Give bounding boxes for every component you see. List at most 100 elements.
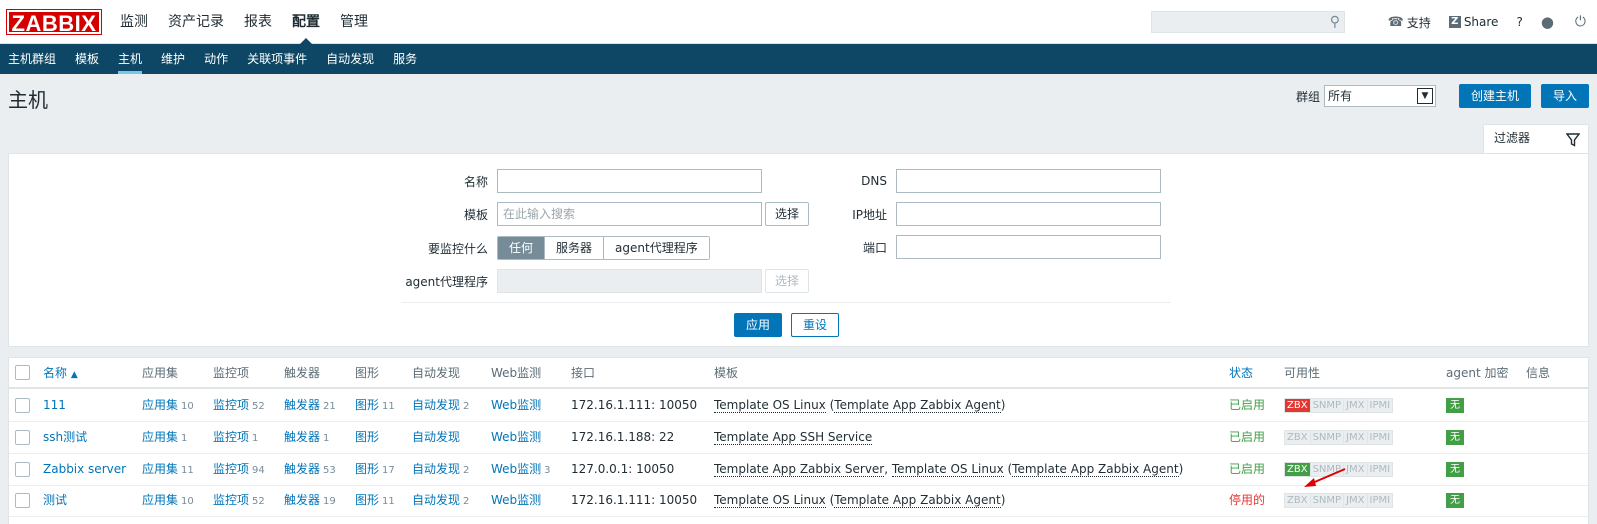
select-all-checkbox[interactable] (15, 365, 30, 380)
discovery-link[interactable]: 自动发现 (412, 462, 460, 476)
reset-button[interactable]: 重设 (791, 313, 840, 337)
discovery-link[interactable]: 自动发现 (412, 430, 460, 444)
triggers-link[interactable]: 触发器 (284, 493, 320, 507)
template-link[interactable]: Template App Zabbix Agent (834, 398, 1001, 413)
sign-out-button[interactable]: ⏻ (1575, 14, 1589, 30)
col-status[interactable]: 状态 (1229, 358, 1253, 388)
monitor-any-option[interactable]: 任何 (498, 237, 545, 259)
web-cell: Web监测 (491, 485, 541, 516)
host-name-link[interactable]: ssh测试 (43, 430, 87, 444)
filter-ip-label: IP地址 (852, 207, 887, 222)
monitor-proxy-option[interactable]: agent代理程序 (603, 237, 709, 259)
template-link[interactable]: Template App Zabbix Agent (834, 493, 1001, 508)
web-link[interactable]: Web监测 (491, 493, 541, 507)
discovery-link[interactable]: 自动发现 (412, 493, 460, 507)
row-checkbox[interactable] (15, 462, 30, 477)
graphs-count: 11 (382, 401, 395, 412)
graphs-link[interactable]: 图形 (355, 398, 379, 412)
template-link[interactable]: Template App Zabbix Agent (1012, 462, 1179, 477)
filter-dns-label: DNS (861, 174, 887, 188)
create-host-button[interactable]: 创建主机 (1458, 84, 1531, 108)
applications-link[interactable]: 应用集 (142, 398, 178, 412)
table-row: ssh测试 应用集 1 监控项 1 触发器 1 图形 自动发现 Web监测 172.16.1.188… (9, 422, 1588, 454)
host-name-link[interactable]: 111 (43, 398, 66, 412)
row-checkbox[interactable] (15, 493, 30, 508)
search-input[interactable]: ⚲ (1151, 11, 1345, 33)
graphs-link[interactable]: 图形 (355, 462, 379, 476)
applications-link[interactable]: 应用集 (142, 430, 178, 444)
row-checkbox[interactable] (15, 430, 30, 445)
submenu-actions[interactable]: 动作 (196, 44, 236, 74)
submenu-host-groups[interactable]: 主机群组 (0, 44, 64, 74)
items-cell: 监控项 1 (213, 422, 258, 454)
submenu-event-correlation[interactable]: 关联项事件 (239, 44, 315, 74)
availability-ipmi-badge: IPMI (1366, 463, 1393, 476)
port-field[interactable] (896, 235, 1161, 259)
items-link[interactable]: 监控项 (213, 430, 249, 444)
monitor-server-option[interactable]: 服务器 (544, 237, 604, 259)
status-toggle[interactable]: 已启用 (1229, 422, 1265, 453)
graphs-link[interactable]: 图形 (355, 493, 379, 507)
template-link[interactable]: Template OS Linux (714, 398, 826, 413)
dns-field[interactable] (896, 169, 1161, 193)
user-profile-button[interactable]: ● (1541, 13, 1557, 31)
template-link[interactable]: Template App SSH Service (714, 430, 873, 445)
graphs-link[interactable]: 图形 (355, 430, 379, 444)
submenu-maintenance[interactable]: 维护 (153, 44, 193, 74)
template-separator: ( (825, 398, 835, 412)
applications-link[interactable]: 应用集 (142, 493, 178, 507)
sub-menu: 主机群组 模板 主机 维护 动作 关联项事件 自动发现 服务 (0, 44, 1597, 74)
triggers-link[interactable]: 触发器 (284, 430, 320, 444)
filter-proxy-row: agent代理程序 选择 (397, 269, 810, 293)
filter-name-label: 名称 (463, 174, 488, 189)
support-link[interactable]: ☎ 支持 (1388, 14, 1431, 31)
encryption-badge: 无 (1446, 430, 1464, 445)
submenu-templates[interactable]: 模板 (67, 44, 107, 74)
menu-item-reports[interactable]: 报表 (236, 0, 280, 44)
status-toggle[interactable]: 已启用 (1229, 454, 1265, 485)
template-search-field[interactable]: 在此输入搜索 (497, 202, 762, 226)
status-toggle[interactable]: 已启用 (1229, 390, 1265, 421)
help-icon: ? (1516, 15, 1523, 29)
submenu-discovery[interactable]: 自动发现 (318, 44, 382, 74)
host-name-link[interactable]: 测试 (43, 493, 67, 507)
group-select[interactable]: 所有 ▼ (1323, 85, 1436, 107)
row-checkbox[interactable] (15, 398, 30, 413)
template-link[interactable]: Template OS Linux (891, 462, 1004, 477)
col-name[interactable]: 名称 ▲ (43, 358, 78, 390)
import-button[interactable]: 导入 (1540, 84, 1589, 108)
filter-tab[interactable]: 过滤器 (1483, 124, 1589, 154)
menu-item-monitoring[interactable]: 监测 (112, 0, 156, 44)
apply-button[interactable]: 应用 (734, 313, 783, 337)
interface-cell: 172.16.1.188: 22 (571, 430, 675, 444)
submenu-services[interactable]: 服务 (385, 44, 425, 74)
ip-field[interactable] (896, 202, 1161, 226)
web-link[interactable]: Web监测 (491, 398, 541, 412)
menu-item-configuration[interactable]: 配置 (284, 0, 328, 44)
items-link[interactable]: 监控项 (213, 462, 249, 476)
applications-link[interactable]: 应用集 (142, 462, 178, 476)
annotation-arrow (1304, 468, 1346, 487)
discovery-link[interactable]: 自动发现 (412, 398, 460, 412)
chevron-down-icon: ▼ (1416, 88, 1433, 104)
web-link[interactable]: Web监测 (491, 462, 541, 476)
triggers-link[interactable]: 触发器 (284, 398, 320, 412)
triggers-link[interactable]: 触发器 (284, 462, 320, 476)
zabbix-logo[interactable]: ZABBIX (6, 9, 102, 36)
host-name-link[interactable]: Zabbix server (43, 462, 126, 476)
items-link[interactable]: 监控项 (213, 493, 249, 507)
status-toggle[interactable]: 停用的 (1229, 485, 1265, 516)
help-button[interactable]: ? (1516, 15, 1522, 29)
items-count: 52 (252, 401, 265, 412)
submenu-hosts[interactable]: 主机 (110, 44, 150, 74)
template-link[interactable]: Template OS Linux (714, 493, 826, 508)
share-link[interactable]: Z Share (1448, 15, 1498, 29)
web-link[interactable]: Web监测 (491, 430, 541, 444)
search-icon[interactable]: ⚲ (1330, 14, 1340, 30)
menu-item-administration[interactable]: 管理 (332, 0, 376, 44)
items-link[interactable]: 监控项 (213, 398, 249, 412)
template-link[interactable]: Template App Zabbix Server (714, 462, 885, 477)
availability-zbx-badge: ZBX (1285, 399, 1310, 412)
menu-item-inventory[interactable]: 资产记录 (160, 0, 232, 44)
name-field[interactable] (497, 169, 762, 193)
